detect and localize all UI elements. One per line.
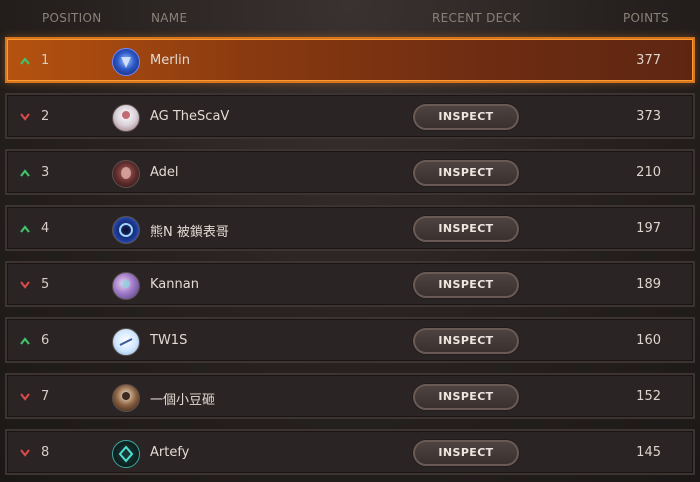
player-name: Merlin <box>150 53 191 68</box>
rank-position: 1 <box>41 53 50 68</box>
leaderboard-row[interactable]: 8 Artefy INSPECT 145 <box>5 429 695 475</box>
player-name: Adel <box>150 165 179 180</box>
red-skull-avatar-icon <box>112 160 140 188</box>
player-name: Kannan <box>150 277 199 292</box>
column-header-name: NAME <box>151 11 188 25</box>
rank-position: 2 <box>41 109 50 124</box>
player-points: 377 <box>636 53 661 68</box>
player-name: 一個小豆砸 <box>150 393 216 408</box>
rank-position: 8 <box>41 445 50 460</box>
rank-down-icon <box>20 393 30 401</box>
player-name: AG TheScaV <box>150 109 230 124</box>
rank-up-icon <box>20 169 30 177</box>
light-blue-avatar-icon <box>112 328 140 356</box>
player-name: Artefy <box>150 445 190 460</box>
player-name: TW1S <box>150 333 188 348</box>
leaderboard-row[interactable]: 1 Merlin 377 <box>5 37 695 83</box>
inspect-button[interactable]: INSPECT <box>413 440 519 466</box>
purple-figure-avatar-icon <box>112 272 140 300</box>
blue-emblem-avatar-icon <box>112 48 140 76</box>
player-points: 210 <box>636 165 661 180</box>
player-points: 160 <box>636 333 661 348</box>
player-points: 189 <box>636 277 661 292</box>
rank-up-icon <box>20 57 30 65</box>
leaderboard-row[interactable]: 4 熊N 被鎖表哥 INSPECT 197 <box>5 205 695 251</box>
leaderboard-row[interactable]: 2 AG TheScaV INSPECT 373 <box>5 93 695 139</box>
column-header-recent-deck: RECENT DECK <box>432 11 521 25</box>
player-points: 145 <box>636 445 661 460</box>
brown-character-avatar-icon <box>112 384 140 412</box>
inspect-button[interactable]: INSPECT <box>413 216 519 242</box>
column-header-position: POSITION <box>42 11 102 25</box>
rank-position: 3 <box>41 165 50 180</box>
rank-position: 7 <box>41 389 50 404</box>
rank-position: 6 <box>41 333 50 348</box>
rank-down-icon <box>20 449 30 457</box>
rank-up-icon <box>20 225 30 233</box>
rank-down-icon <box>20 281 30 289</box>
rank-down-icon <box>20 113 30 121</box>
column-header-points: POINTS <box>623 11 669 25</box>
inspect-button[interactable]: INSPECT <box>413 384 519 410</box>
leaderboard-row[interactable]: 5 Kannan INSPECT 189 <box>5 261 695 307</box>
leaderboard-header: POSITION NAME RECENT DECK POINTS <box>0 0 700 36</box>
player-points: 373 <box>636 109 661 124</box>
white-figure-avatar-icon <box>112 104 140 132</box>
inspect-button[interactable]: INSPECT <box>413 272 519 298</box>
blue-ring-avatar-icon <box>112 216 140 244</box>
rank-position: 5 <box>41 277 50 292</box>
player-points: 197 <box>636 221 661 236</box>
teal-crest-avatar-icon <box>112 440 140 468</box>
inspect-button[interactable]: INSPECT <box>413 104 519 130</box>
leaderboard-row[interactable]: 3 Adel INSPECT 210 <box>5 149 695 195</box>
leaderboard-row[interactable]: 6 TW1S INSPECT 160 <box>5 317 695 363</box>
player-name: 熊N 被鎖表哥 <box>150 225 229 240</box>
inspect-button[interactable]: INSPECT <box>413 160 519 186</box>
inspect-button[interactable]: INSPECT <box>413 328 519 354</box>
player-points: 152 <box>636 389 661 404</box>
leaderboard-row[interactable]: 7 一個小豆砸 INSPECT 152 <box>5 373 695 419</box>
rank-up-icon <box>20 337 30 345</box>
rank-position: 4 <box>41 221 50 236</box>
